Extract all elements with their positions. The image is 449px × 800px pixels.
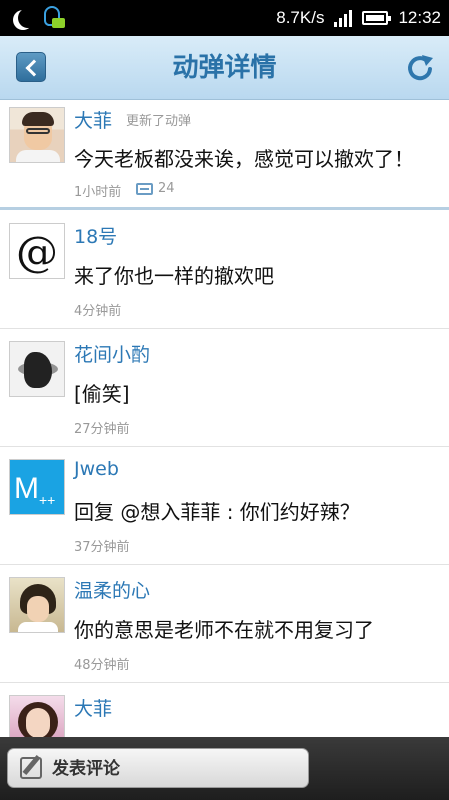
- post-content: 今天老板都没来诶，感觉可以撤欢了！: [74, 147, 414, 171]
- qq-message-icon: [42, 6, 65, 30]
- post-comment-label: 发表评论: [52, 759, 120, 779]
- commenter-avatar[interactable]: @: [9, 223, 65, 279]
- post-comment-button[interactable]: 发表评论: [7, 748, 309, 788]
- comment-item: M++ Jweb 回复 @想入菲菲 : 你们约好辣？ 37分钟前: [0, 447, 449, 565]
- post-time: 1小时前: [74, 185, 122, 200]
- battery-icon: [362, 11, 392, 25]
- moon-icon: [18, 8, 38, 28]
- comment-item: 花间小酌 [偷笑] 27分钟前: [0, 329, 449, 447]
- page-title: 动弹详情: [172, 53, 277, 83]
- comment-content: 回复 @想入菲菲 : 你们约好辣？: [74, 500, 360, 524]
- comment-time: 4分钟前: [74, 304, 122, 319]
- notification-icons: [10, 6, 65, 30]
- comment-time: 37分钟前: [74, 540, 130, 555]
- comment-content: 你的意思是老师不在就不用复习了: [74, 618, 374, 642]
- title-bar: 动弹详情: [0, 36, 449, 100]
- comment-time: 48分钟前: [74, 658, 130, 673]
- post-author[interactable]: 大菲: [74, 106, 112, 133]
- author-avatar[interactable]: [9, 107, 65, 163]
- comment-count: 24: [158, 181, 175, 196]
- signal-icon: [334, 9, 353, 27]
- commenter-avatar[interactable]: [9, 341, 65, 397]
- post-note: 更新了动弹: [126, 114, 192, 129]
- refresh-icon[interactable]: [405, 52, 435, 82]
- comment-author[interactable]: Jweb: [74, 458, 119, 480]
- commenter-avatar[interactable]: M++: [9, 459, 65, 515]
- comment-time: 27分钟前: [74, 422, 130, 437]
- clock: 12:32: [398, 8, 441, 27]
- comment-count-icon: [136, 183, 153, 195]
- comment-author[interactable]: 花间小酌: [74, 340, 150, 367]
- comment-item: 温柔的心 你的意思是老师不在就不用复习了 48分钟前: [0, 565, 449, 683]
- original-post: 大菲 更新了动弹 今天老板都没来诶，感觉可以撤欢了！ 1小时前 24: [0, 100, 449, 210]
- network-speed: 8.7K/s: [276, 8, 325, 27]
- bottom-bar: 发表评论: [0, 737, 449, 800]
- comment-author[interactable]: 大菲: [74, 694, 112, 721]
- comment-author[interactable]: 温柔的心: [74, 576, 150, 603]
- edit-icon: [20, 757, 42, 779]
- comment-author[interactable]: 18号: [74, 222, 117, 249]
- comment-content: [偷笑]: [74, 382, 130, 406]
- comment-item: @ 18号 来了你也一样的撤欢吧 4分钟前: [0, 211, 449, 329]
- commenter-avatar[interactable]: [9, 577, 65, 633]
- status-bar: 8.7K/s 12:32: [0, 0, 449, 36]
- comment-content: 来了你也一样的撤欢吧: [74, 264, 274, 288]
